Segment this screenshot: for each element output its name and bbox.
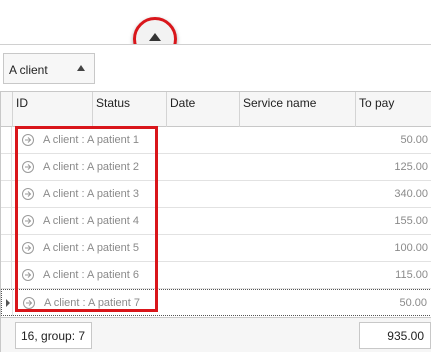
row-indicator [1,154,12,180]
column-header-service-name[interactable]: Service name [240,92,356,127]
row-indicator [1,235,12,261]
group-row-amount: 125.00 [394,161,428,173]
total-to-pay-summary: 935.00 [359,322,431,349]
group-by-chip[interactable]: A client [3,53,95,84]
record-count-summary: 16, group: 7 [15,322,92,349]
row-indicator [1,127,12,153]
row-indicator [1,262,12,288]
column-header-date[interactable]: Date [167,92,240,127]
column-header-status[interactable]: Status [93,92,167,127]
row-indicator [2,290,13,316]
group-row-amount: 340.00 [394,188,428,200]
highlight-annotation [15,126,158,312]
header-indicator-cell [1,92,13,127]
group-row-amount: 115.00 [395,269,428,281]
row-indicator [1,208,12,234]
group-row-amount: 100.00 [394,242,428,254]
triangle-up-icon [149,33,161,41]
sort-ascending-icon[interactable] [77,65,85,71]
focused-row-icon [6,299,10,307]
group-row-amount: 155.00 [394,215,428,227]
column-header-to-pay[interactable]: To pay [356,92,431,127]
group-row-amount: 50.00 [400,134,428,146]
row-indicator [1,181,12,207]
grid-header: ID Status Date Service name To pay [1,92,431,127]
group-row-amount: 50.00 [399,297,427,309]
group-chip-label: A client [9,63,48,77]
grid-footer: 16, group: 7 935.00 [1,317,431,352]
column-header-id[interactable]: ID [13,92,93,127]
